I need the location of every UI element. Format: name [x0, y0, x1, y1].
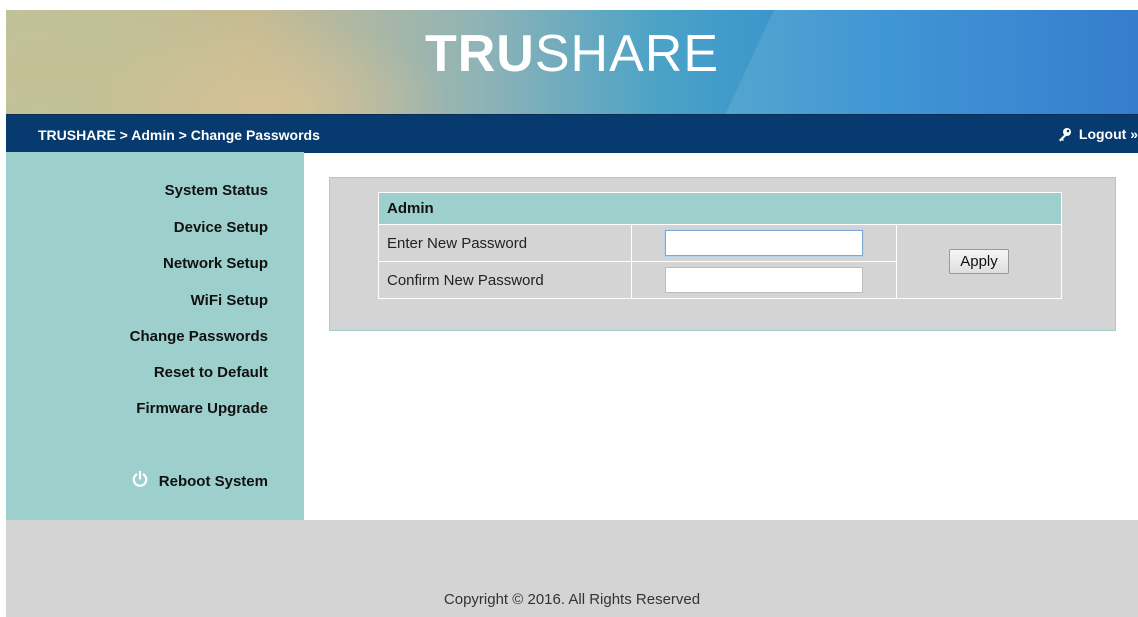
- sidebar-item-network-setup[interactable]: Network Setup: [163, 255, 268, 272]
- new-password-input[interactable]: [665, 230, 863, 256]
- reboot-system-button[interactable]: Reboot System: [131, 470, 268, 492]
- apply-button[interactable]: Apply: [949, 249, 1009, 274]
- confirm-password-label: Confirm New Password: [378, 261, 632, 299]
- key-icon: [1057, 126, 1073, 142]
- sidebar-item-change-passwords[interactable]: Change Passwords: [130, 328, 268, 345]
- new-password-cell: [631, 224, 897, 262]
- sidebar-item-device-setup[interactable]: Device Setup: [174, 219, 268, 236]
- footer: Copyright © 2016. All Rights Reserved: [6, 520, 1138, 617]
- logo-bold-text: TRU: [424, 25, 535, 83]
- sidebar-item-reset-to-default[interactable]: Reset to Default: [154, 364, 268, 381]
- sidebar: System Status Device Setup Network Setup…: [6, 152, 304, 520]
- header-banner: TRUSHARE: [6, 10, 1138, 170]
- new-password-label: Enter New Password: [378, 224, 632, 262]
- logout-label: Logout »: [1078, 126, 1138, 142]
- top-nav-bar: TRUSHARE > Admin > Change Passwords Logo…: [6, 114, 1138, 153]
- apply-cell: Apply: [896, 224, 1062, 299]
- power-icon: [131, 470, 149, 492]
- logout-link[interactable]: Logout »: [1057, 126, 1138, 142]
- page-frame: TRUSHARE TRUSHARE > Admin > Change Passw…: [6, 10, 1138, 617]
- sidebar-item-wifi-setup[interactable]: WiFi Setup: [191, 292, 268, 309]
- password-panel: Admin Enter New Password Apply Confirm N…: [329, 177, 1116, 331]
- brand-logo: TRUSHARE: [6, 28, 1138, 80]
- sidebar-item-system-status[interactable]: System Status: [165, 182, 268, 199]
- confirm-password-cell: [631, 261, 897, 299]
- logo-light-text: SHARE: [534, 25, 720, 83]
- section-title: Admin: [378, 192, 1062, 225]
- breadcrumb: TRUSHARE > Admin > Change Passwords: [38, 127, 320, 143]
- password-form-table: Admin Enter New Password Apply Confirm N…: [378, 192, 1062, 299]
- copyright-text: Copyright © 2016. All Rights Reserved: [443, 591, 701, 608]
- confirm-password-input[interactable]: [665, 267, 863, 293]
- sidebar-item-firmware-upgrade[interactable]: Firmware Upgrade: [136, 400, 268, 417]
- reboot-label: Reboot System: [158, 472, 268, 490]
